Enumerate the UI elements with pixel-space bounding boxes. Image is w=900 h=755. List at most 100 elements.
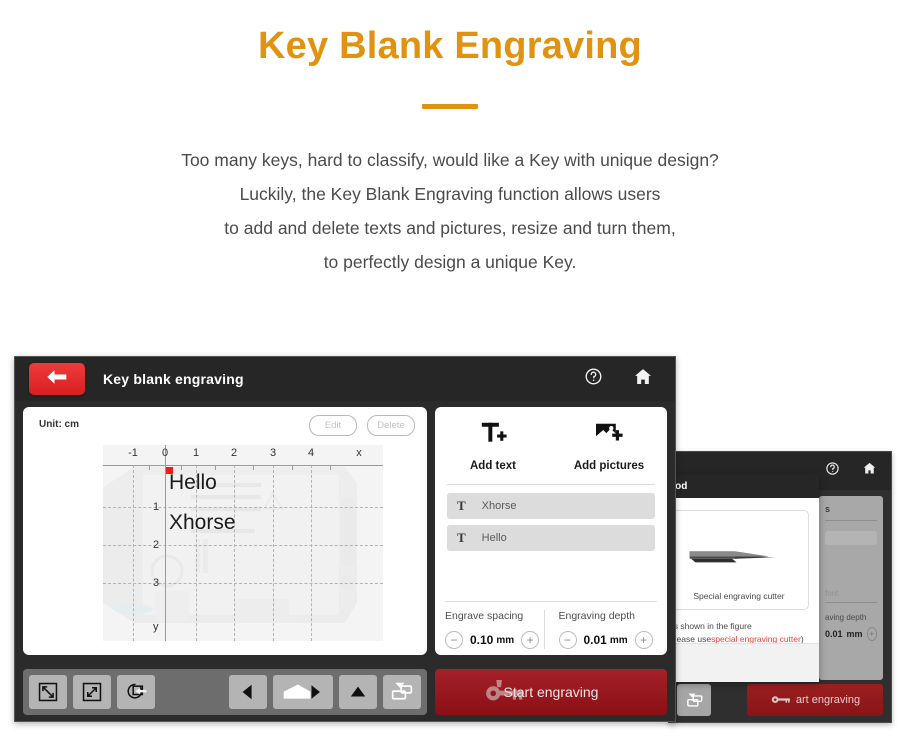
secondary-depth-value: 0.01 xyxy=(825,629,843,639)
arrow-left-icon xyxy=(46,369,68,390)
params-grid: Engrave spacing − 0.10 mm + Engraving de… xyxy=(445,610,657,649)
x-minor-tick xyxy=(253,465,254,470)
x-minor-tick xyxy=(215,465,216,470)
canvas-actions: Edit Delete xyxy=(309,415,415,436)
secondary-side-panel: s font aving depth 0.01 mm + xyxy=(819,496,883,680)
canvas-text-xhorse[interactable]: Xhorse xyxy=(169,511,236,535)
list-item[interactable]: T Hello xyxy=(447,525,655,551)
engraving-depth-group: Engraving depth − 0.01 mm + xyxy=(543,610,658,649)
engraving-method-dialog: hod Special engraving cutter as shown in… xyxy=(669,474,819,682)
main-screenshot: Key blank engraving Unit: cm Edit Delete… xyxy=(14,356,676,722)
back-button[interactable] xyxy=(29,363,85,395)
x-axis xyxy=(103,465,383,466)
add-text-label: Add text xyxy=(470,460,516,472)
gridline-v-3 xyxy=(273,465,274,641)
depth-unit: mm xyxy=(609,634,628,646)
cutter-illustration-card: Special engraving cutter xyxy=(669,510,809,610)
spacing-decrease-button[interactable]: − xyxy=(445,631,463,649)
list-item[interactable]: T Xhorse xyxy=(447,493,655,519)
move-pan-button[interactable] xyxy=(273,675,333,709)
engrave-spacing-label: Engrave spacing xyxy=(445,610,524,622)
page-title: Key Blank Engraving xyxy=(258,25,642,67)
text-layer-icon: T xyxy=(457,498,466,513)
move-up-button[interactable] xyxy=(339,675,377,709)
hero-line-3: to add and delete texts and pictures, re… xyxy=(224,218,676,239)
engrave-spacing-stepper: − 0.10 mm + xyxy=(445,631,544,649)
y-tick-label: 1 xyxy=(153,501,160,513)
page-root: Key Blank Engraving Too many keys, hard … xyxy=(0,0,900,755)
home-icon[interactable] xyxy=(862,461,877,481)
secondary-panel-chip[interactable] xyxy=(825,531,877,545)
edit-button[interactable]: Edit xyxy=(309,415,357,436)
y-tick-label: 3 xyxy=(153,577,160,589)
secondary-screenshot: s font aving depth 0.01 mm + art engravi… xyxy=(668,451,892,723)
gridline-h-3 xyxy=(103,583,383,584)
gridline-h-1 xyxy=(103,507,383,508)
x-minor-tick xyxy=(292,465,293,470)
layer-order-button[interactable] xyxy=(383,675,421,709)
canvas-toolbar xyxy=(23,669,427,715)
secondary-panel-divider xyxy=(825,520,877,521)
secondary-panel-faint-text: font xyxy=(825,589,839,598)
app-title: Key blank engraving xyxy=(103,371,244,387)
x-minor-tick xyxy=(330,465,331,470)
dialog-note-line-1: as shown in the figure xyxy=(669,621,752,631)
layer-list: T Xhorse T Hello xyxy=(435,485,667,551)
title-underline-rule xyxy=(422,103,478,109)
depth-increase-button[interactable]: + xyxy=(634,631,653,649)
layer-label: Xhorse xyxy=(481,500,517,512)
spacing-value: 0.10 xyxy=(470,633,494,647)
secondary-key-cutter-icon xyxy=(770,693,792,708)
dialog-title: hod xyxy=(669,474,819,498)
secondary-panel-divider-2 xyxy=(825,602,877,603)
secondary-depth-unit: mm xyxy=(846,629,863,639)
y-axis xyxy=(165,445,166,641)
x-axis-label: x xyxy=(356,447,362,459)
secondary-start-label: art engraving xyxy=(795,694,861,706)
help-circle-icon[interactable] xyxy=(584,367,603,391)
depth-value: 0.01 xyxy=(583,633,607,647)
secondary-start-engraving-button[interactable]: art engraving xyxy=(747,684,883,716)
params-divider xyxy=(445,601,657,602)
tools-card: Add text Add pictures T Xhorse T Hello E… xyxy=(435,407,667,655)
x-tick-label: 4 xyxy=(307,447,315,459)
engraving-cutter-icon xyxy=(686,547,790,569)
spacing-increase-button[interactable]: + xyxy=(521,631,540,649)
enlarge-button[interactable] xyxy=(73,675,111,709)
x-tick-label: 1 xyxy=(192,447,200,459)
secondary-layer-order-button[interactable] xyxy=(677,684,711,716)
hero-line-1: Too many keys, hard to classify, would l… xyxy=(181,149,719,170)
start-engraving-button[interactable]: Start engraving xyxy=(435,669,667,715)
secondary-depth-plus-button[interactable]: + xyxy=(866,627,877,641)
dialog-footer xyxy=(669,643,819,682)
coordinate-plot[interactable]: -1 0 1 2 3 4 x 1 2 3 y Hello Xhorse xyxy=(103,445,383,641)
x-tick-label: -1 xyxy=(128,447,138,459)
spacing-unit: mm xyxy=(496,634,515,646)
x-tick-label: 0 xyxy=(161,447,169,459)
engraving-depth-label: Engraving depth xyxy=(558,610,635,622)
engrave-parameters: Engrave spacing − 0.10 mm + Engraving de… xyxy=(435,601,667,649)
canvas-text-hello[interactable]: Hello xyxy=(169,471,217,495)
home-icon[interactable] xyxy=(633,367,653,392)
gridline-v-4 xyxy=(311,465,312,641)
key-cutter-icon xyxy=(483,679,527,705)
delete-button[interactable]: Delete xyxy=(367,415,415,436)
x-minor-tick xyxy=(181,465,182,470)
cutter-caption: Special engraving cutter xyxy=(693,591,785,601)
x-minor-tick xyxy=(149,465,150,470)
secondary-panel-title: s xyxy=(825,504,831,514)
add-pictures-button[interactable]: Add pictures xyxy=(551,421,667,472)
add-pictures-label: Add pictures xyxy=(573,460,645,472)
add-text-button[interactable]: Add text xyxy=(435,421,551,472)
key-canvas-card: Unit: cm Edit Delete -1 0 1 2 3 4 x 1 2 … xyxy=(23,407,427,655)
engrave-spacing-group: Engrave spacing − 0.10 mm + xyxy=(445,610,544,649)
x-tick-label: 2 xyxy=(230,447,238,459)
shrink-button[interactable] xyxy=(29,675,67,709)
move-left-button[interactable] xyxy=(229,675,267,709)
rotate-button[interactable] xyxy=(117,675,155,709)
secondary-depth-row: 0.01 mm + xyxy=(825,627,877,641)
y-axis-label: y xyxy=(153,621,159,633)
depth-decrease-button[interactable]: − xyxy=(558,631,577,649)
help-circle-icon[interactable] xyxy=(825,461,840,481)
text-layer-icon: T xyxy=(457,530,466,545)
